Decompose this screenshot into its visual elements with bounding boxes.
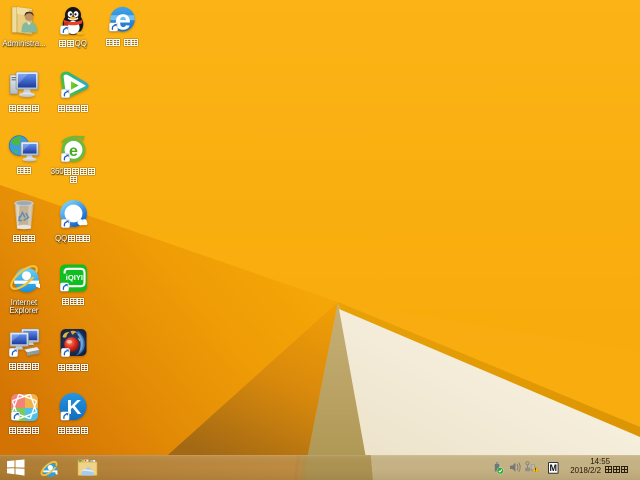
svg-text:e: e (69, 143, 78, 160)
svg-text:iQIYI: iQIYI (65, 273, 82, 282)
svg-text:2018/2/2: 2018/2/2 (570, 466, 601, 475)
svg-text:14:55: 14:55 (590, 457, 610, 466)
svg-text:M: M (550, 463, 558, 473)
